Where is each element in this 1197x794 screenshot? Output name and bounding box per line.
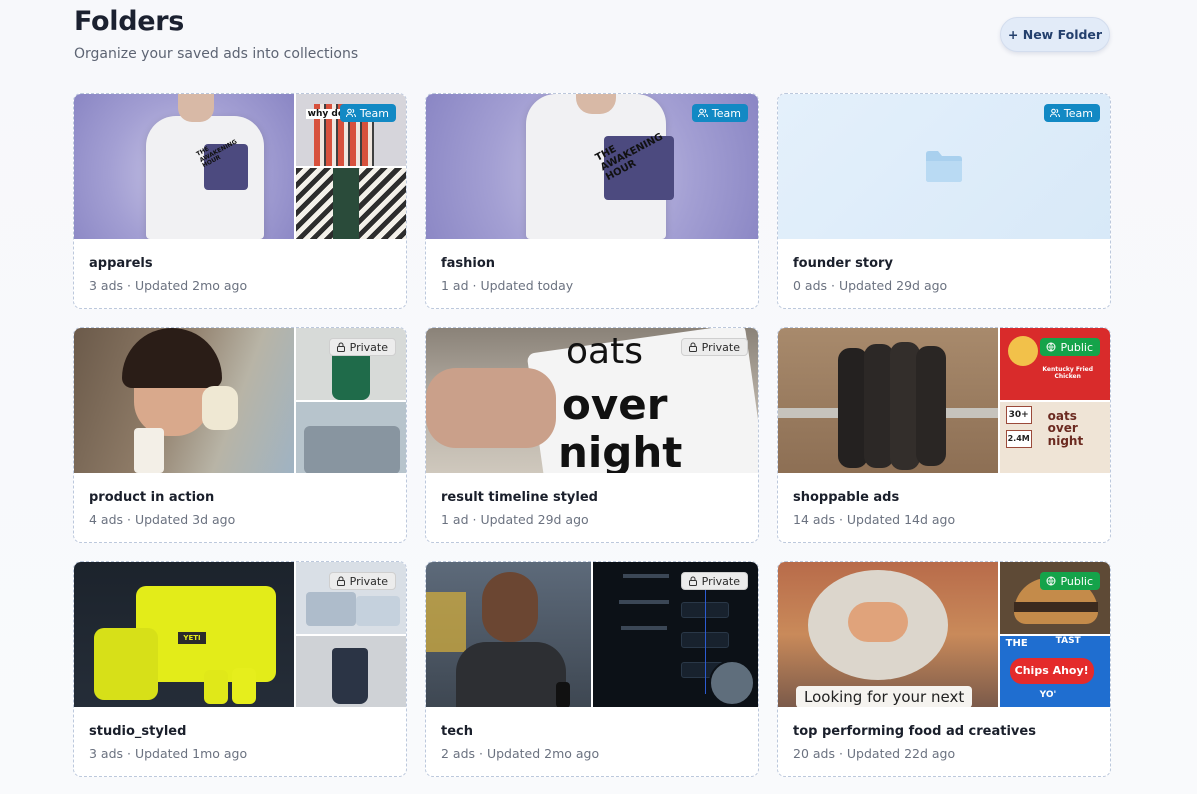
page-header: Folders Organize your saved ads into col… <box>74 6 358 62</box>
stat-badge-1: 30+ <box>1005 405 1032 424</box>
private-badge: Private <box>328 572 396 590</box>
oats-small-text: oats over night <box>1047 408 1084 448</box>
folder-thumbnail: oats over night Private <box>426 328 758 473</box>
folder-name: product in action <box>89 490 215 505</box>
team-badge: Team <box>339 104 396 122</box>
lock-icon <box>336 576 345 586</box>
chips-ahoy-top-text-2: TAST <box>1055 635 1081 646</box>
team-icon <box>345 108 356 118</box>
folder-name: tech <box>441 724 473 739</box>
badge-label: Team <box>711 106 741 120</box>
folder-card-result-timeline-styled[interactable]: oats over night Private result timeline … <box>425 327 759 543</box>
folder-card-tech[interactable]: Private tech 2 ads · Updated 2mo ago <box>425 561 759 777</box>
badge-label: Private <box>349 574 388 588</box>
new-folder-button[interactable]: + New Folder <box>1000 17 1110 52</box>
folder-thumbnail: Looking for your next THE TAST Chips Aho… <box>778 562 1110 707</box>
ad-image-navy-mug <box>295 635 406 707</box>
public-badge: Public <box>1040 338 1100 356</box>
folder-thumbnail: THE AWAKENING HOUR Team <box>426 94 758 239</box>
folder-name: shoppable ads <box>793 490 900 505</box>
folder-thumbnail: YETI Private <box>74 562 406 707</box>
ad-image-chips-ahoy: THE TAST Chips Ahoy! YO' <box>999 635 1110 707</box>
public-badge: Public <box>1040 572 1100 590</box>
folder-card-top-performing-food[interactable]: Looking for your next THE TAST Chips Aho… <box>777 561 1111 777</box>
folder-meta: 3 ads · Updated 2mo ago <box>89 278 248 293</box>
folder-name: studio_styled <box>89 724 187 739</box>
badge-label: Private <box>349 340 388 354</box>
yeti-logo-text: YETI <box>178 632 206 644</box>
folder-meta: 3 ads · Updated 1mo ago <box>89 746 248 761</box>
folder-thumbnail: THE AWAKENING HOUR why do Team <box>74 94 406 239</box>
kfc-text: Kentucky Fried Chicken <box>1042 366 1093 380</box>
oats-text-line2: over <box>562 380 668 429</box>
folder-meta: 2 ads · Updated 2mo ago <box>441 746 600 761</box>
private-badge: Private <box>328 338 396 356</box>
stat-badge-2: 2.4M <box>1005 429 1032 448</box>
private-badge: Private <box>680 572 748 590</box>
ad-image-oats-stats: 30+ 2.4M oats over night <box>999 401 1110 473</box>
team-icon <box>1049 108 1060 118</box>
lock-icon <box>336 342 345 352</box>
chips-ahoy-text: Chips Ahoy! <box>1009 657 1094 684</box>
folder-name: result timeline styled <box>441 490 598 505</box>
private-badge: Private <box>680 338 748 356</box>
badge-label: Private <box>701 340 740 354</box>
oats-text-line1: oats <box>566 331 643 372</box>
folder-meta: 14 ads · Updated 14d ago <box>793 512 956 527</box>
folder-name: founder story <box>793 256 893 271</box>
globe-icon <box>1046 576 1056 586</box>
folders-grid: THE AWAKENING HOUR why do Team apparels … <box>73 93 1111 777</box>
folder-meta: 20 ads · Updated 22d ago <box>793 746 956 761</box>
oats-text-line3: night <box>558 428 683 474</box>
ad-image-cookie-hands: Looking for your next <box>778 562 998 707</box>
ad-image-weight-plates <box>778 328 998 473</box>
folder-icon <box>926 151 962 182</box>
folder-card-apparels[interactable]: THE AWAKENING HOUR why do Team apparels … <box>73 93 407 309</box>
globe-icon <box>1046 342 1056 352</box>
folder-thumbnail: Private <box>74 328 406 473</box>
team-badge: Team <box>691 104 748 122</box>
team-icon <box>697 108 708 118</box>
folder-name: fashion <box>441 256 496 271</box>
ad-image-woman-product <box>74 328 294 473</box>
badge-label: Team <box>1063 106 1093 120</box>
badge-label: Private <box>701 574 740 588</box>
folder-card-product-in-action[interactable]: Private product in action 4 ads · Update… <box>73 327 407 543</box>
ad-image-patterned-clothes <box>295 167 406 239</box>
food-caption-text: Looking for your next <box>796 686 973 707</box>
folder-card-studio-styled[interactable]: YETI Private studio_styled 3 ads · Updat… <box>73 561 407 777</box>
folder-thumbnail: Private <box>426 562 758 707</box>
lock-icon <box>688 342 697 352</box>
folder-meta: 1 ad · Updated 29d ago <box>441 512 589 527</box>
folder-card-shoppable-ads[interactable]: Kentucky Fried Chicken 30+ 2.4M oats ove… <box>777 327 1111 543</box>
lock-icon <box>688 576 697 586</box>
folder-card-fashion[interactable]: THE AWAKENING HOUR Team fashion 1 ad · U… <box>425 93 759 309</box>
folder-meta: 1 ad · Updated today <box>441 278 574 293</box>
ad-image-cooler <box>295 401 406 473</box>
folder-card-founder-story[interactable]: Team founder story 0 ads · Updated 29d a… <box>777 93 1111 309</box>
page-subtitle: Organize your saved ads into collections <box>74 46 359 62</box>
ad-image-tshirt-model: THE AWAKENING HOUR <box>74 94 294 239</box>
folder-name: apparels <box>89 256 153 271</box>
folder-thumbnail: Kentucky Fried Chicken 30+ 2.4M oats ove… <box>778 328 1110 473</box>
folder-thumbnail: Team <box>778 94 1110 239</box>
chips-ahoy-top-text: THE <box>1005 637 1028 649</box>
team-badge: Team <box>1043 104 1100 122</box>
badge-label: Public <box>1060 574 1093 588</box>
folder-name: top performing food ad creatives <box>793 724 1036 739</box>
chips-ahoy-bottom-text: YO' <box>1039 689 1057 700</box>
page-title: Folders <box>74 6 185 37</box>
folder-meta: 0 ads · Updated 29d ago <box>793 278 948 293</box>
ad-image-man-portrait <box>426 562 591 707</box>
ad-image-yeti-cooler: YETI <box>74 562 294 707</box>
badge-label: Public <box>1060 340 1093 354</box>
badge-label: Team <box>359 106 389 120</box>
folder-meta: 4 ads · Updated 3d ago <box>89 512 236 527</box>
